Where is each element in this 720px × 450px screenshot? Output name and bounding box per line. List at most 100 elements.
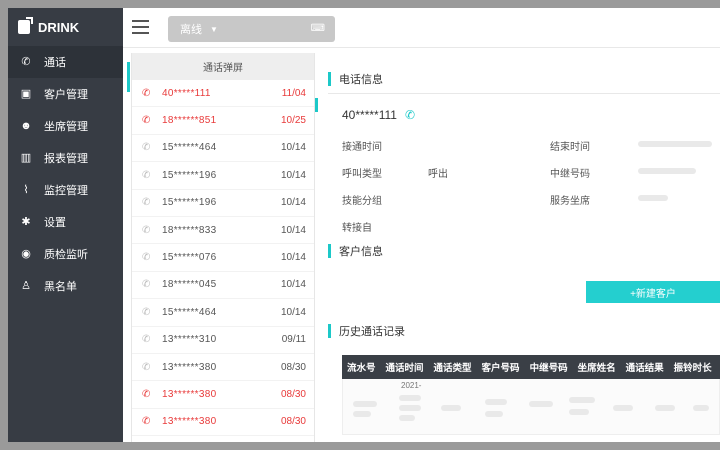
call-number: 18******851 xyxy=(162,115,217,127)
id-card-icon: ▣ xyxy=(20,88,32,100)
selected-row-indicator xyxy=(315,98,318,112)
label-trunk: 中继号码 xyxy=(550,169,590,180)
agent-status-value: 离线 xyxy=(180,24,202,36)
current-phone: 40*****111 ✆ xyxy=(342,108,720,122)
menu-toggle-icon[interactable] xyxy=(132,20,149,34)
call-number: 15******196 xyxy=(162,169,217,181)
call-row[interactable]: ✆ 13******380 08/30 xyxy=(132,381,314,409)
history-section-title: 历史通话记录 xyxy=(328,323,405,339)
sidebar-item-7[interactable]: ♙ 黑名单 xyxy=(8,270,123,302)
label-skill-group: 技能分组 xyxy=(342,196,382,207)
call-info-section-title: 电话信息 xyxy=(328,71,720,87)
sidebar-item-0[interactable]: ✆ 通话 xyxy=(8,46,123,78)
call-number: 18******833 xyxy=(162,224,217,236)
call-row[interactable]: ✆ 18******851 10/25 xyxy=(132,107,314,135)
call-icon: ✆ xyxy=(142,142,151,154)
label-connect-time: 接通时间 xyxy=(342,142,382,153)
call-date: 08/30 xyxy=(280,361,306,373)
call-icon: ✆ xyxy=(142,361,151,373)
call-row[interactable]: ✆ 40*****111 11/04 xyxy=(132,80,314,108)
call-date: 10/25 xyxy=(280,115,306,127)
missed-call-icon: ✆ xyxy=(142,388,151,400)
sidebar-item-label: 报表管理 xyxy=(44,153,88,165)
redacted-value xyxy=(638,195,668,201)
brand-name: DRINK xyxy=(38,19,80,35)
sidebar-item-2[interactable]: ☻ 坐席管理 xyxy=(8,110,123,142)
sidebar-item-3[interactable]: ▥ 报表管理 xyxy=(8,142,123,174)
call-number: 13******310 xyxy=(162,334,217,346)
new-customer-button[interactable]: +新建客户 xyxy=(586,281,720,303)
call-number: 13******380 xyxy=(162,416,217,428)
users-icon: ☻ xyxy=(20,120,32,132)
phone-icon: ✆ xyxy=(21,56,31,68)
call-date: 10/14 xyxy=(280,142,306,154)
sidebar-item-label: 设置 xyxy=(44,217,66,229)
topbar: 离线 ▼ ⌨ xyxy=(123,8,720,48)
call-date: 10/14 xyxy=(280,224,306,236)
history-column-header: 坐席姓名 xyxy=(577,363,616,374)
call-row[interactable]: ✆ 13******310 09/11 xyxy=(132,327,314,354)
call-row[interactable]: ✆ 15******464 10/14 xyxy=(132,299,314,327)
sidebar-item-6[interactable]: ◉ 质检监听 xyxy=(8,238,123,270)
line-chart-icon: ⌇ xyxy=(23,184,29,196)
missed-call-icon: ✆ xyxy=(142,87,151,99)
call-icon: ✆ xyxy=(142,306,151,318)
user-icon: ♙ xyxy=(21,280,31,292)
call-row[interactable]: ✆ 15******464 10/14 xyxy=(132,135,314,163)
missed-call-icon: ✆ xyxy=(142,416,151,428)
call-number: 15******464 xyxy=(162,306,217,318)
app-window: DRINK ✆ 通话 ▣ 客户管理 ☻ 坐席管理 ▥ 报表管理 ⌇ 监控管理 ✱ 设置 ◉ 质检监听 ♙ 黑名… xyxy=(8,8,720,442)
history-column-header: 客户号码 xyxy=(481,363,520,374)
call-row[interactable]: ✆ 15******196 10/14 xyxy=(132,162,314,190)
call-date: 11/04 xyxy=(281,87,306,99)
label-call-type: 呼叫类型 xyxy=(342,169,382,180)
detail-panel: 电话信息 40*****111 ✆ 接通时间 结束时间 呼叫类型 呼出 中继号码… xyxy=(328,53,720,442)
history-column-header: 中继号码 xyxy=(529,363,568,374)
label-end-time: 结束时间 xyxy=(550,142,590,153)
keypad-icon[interactable]: ⌨ xyxy=(311,23,325,34)
sidebar-item-label: 质检监听 xyxy=(44,249,88,261)
history-column-header: 通话时间 xyxy=(385,363,424,374)
call-number: 15******464 xyxy=(162,142,217,154)
customer-info-section-title: 客户信息 xyxy=(328,243,383,259)
history-table: 流水号通话时间通话类型客户号码中继号码坐席姓名通话结果振铃时长 通话时长 2021… xyxy=(342,355,720,435)
call-row[interactable]: ✆ 13******380 08/30 xyxy=(132,354,314,382)
bar-chart-icon: ▥ xyxy=(20,152,32,164)
label-transfer: 转接自 xyxy=(342,223,372,234)
call-type-value: 呼出 xyxy=(428,169,448,180)
sidebar-item-4[interactable]: ⌇ 监控管理 xyxy=(8,174,123,206)
call-info-grid: 接通时间 结束时间 呼叫类型 呼出 中继号码 技能分组 服务坐席 转接自 xyxy=(328,128,720,248)
sidebar-item-5[interactable]: ✱ 设置 xyxy=(8,206,123,238)
missed-call-icon: ✆ xyxy=(142,115,151,127)
sidebar: DRINK ✆ 通话 ▣ 客户管理 ☻ 坐席管理 ▥ 报表管理 ⌇ 监控管理 ✱ 设置 ◉ 质检监听 ♙ 黑名… xyxy=(8,8,123,442)
agent-status-select[interactable]: 离线 ▼ ⌨ xyxy=(168,16,335,42)
brand: DRINK xyxy=(8,8,123,46)
sidebar-item-label: 客户管理 xyxy=(44,89,88,101)
call-row[interactable]: ✆ 13******380 08/30 xyxy=(132,409,314,437)
history-column-header: 振铃时长 xyxy=(673,363,712,374)
call-icon: ✆ xyxy=(142,169,151,181)
active-nav-indicator xyxy=(127,62,130,92)
call-date: 10/14 xyxy=(280,197,306,209)
drink-logo-icon xyxy=(18,17,33,34)
call-row[interactable]: ✆ 18******045 10/14 xyxy=(132,272,314,300)
sidebar-item-1[interactable]: ▣ 客户管理 xyxy=(8,78,123,110)
call-row[interactable]: ✆ 18******833 10/14 xyxy=(132,217,314,245)
history-table-row[interactable]: 2021- xyxy=(342,379,720,435)
call-date: 10/14 xyxy=(280,169,306,181)
call-number: 40*****111 xyxy=(162,87,211,99)
call-date: 10/14 xyxy=(280,252,306,264)
chevron-down-icon: ▼ xyxy=(210,24,218,34)
call-icon: ✆ xyxy=(142,197,151,209)
record-icon: ◉ xyxy=(21,248,31,260)
call-date: 10/14 xyxy=(280,279,306,291)
call-number: 13******380 xyxy=(162,388,217,400)
call-list-panel: 通话弹屏 ✆ 40*****111 11/04 ✆ 18******851 10/25 ✆ 1… xyxy=(131,53,315,442)
call-date: 10/14 xyxy=(280,306,306,318)
label-agent: 服务坐席 xyxy=(550,196,590,207)
call-row[interactable]: ✆ 15******196 10/14 xyxy=(132,190,314,217)
call-row[interactable]: ✆ 15******076 10/14 xyxy=(132,244,314,272)
sidebar-item-label: 通话 xyxy=(44,57,66,69)
history-column-header: 通话结果 xyxy=(625,363,664,374)
call-icon[interactable]: ✆ xyxy=(405,108,415,122)
